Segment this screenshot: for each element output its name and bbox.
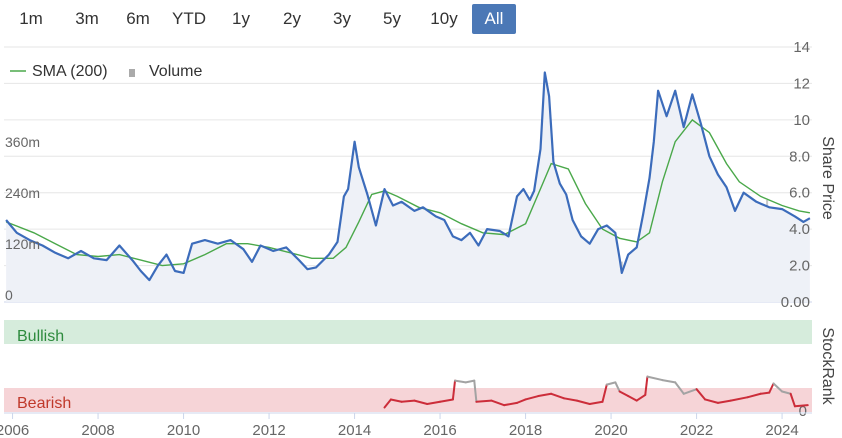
volume-tick-label: 360m <box>5 134 40 150</box>
x-tick-label: 2012 <box>252 422 285 438</box>
x-tick-label: 2014 <box>338 422 371 438</box>
stockrank-segment <box>475 399 493 403</box>
volume-tick-label: 0 <box>5 287 13 303</box>
price-tick-label: 2.0 <box>789 258 810 275</box>
price-tick-label: 8.0 <box>789 148 810 165</box>
x-tick-label: 2024 <box>765 422 798 438</box>
stockrank-segment <box>793 404 809 408</box>
price-chart: 0.00 2.0 4.0 6.0 8.0 10 12 14 0 120m 240m 360m Share… <box>0 39 836 438</box>
x-tick-label: 2020 <box>594 422 627 438</box>
x-axis: 2006 2008 2010 2012 2014 2016 2018 2020 2022 2024 <box>0 412 812 438</box>
price-tick-label: 12 <box>793 75 810 92</box>
x-tick-label: 2006 <box>0 422 29 438</box>
stockrank-segment <box>661 379 677 384</box>
stockrank-segment <box>605 381 617 386</box>
price-tick-label: 4.0 <box>789 221 810 238</box>
x-tick-label: 2022 <box>680 422 713 438</box>
x-tick-label: 2010 <box>167 422 200 438</box>
x-tick-label: 2018 <box>509 422 542 438</box>
price-tick-label: 14 <box>793 39 810 56</box>
stockrank-segment <box>454 379 467 384</box>
volume-tick-label: 240m <box>5 185 40 201</box>
bullish-label: Bullish <box>17 328 64 345</box>
share-price-axis-title: Share Price <box>819 136 836 220</box>
stockrank-segment <box>400 399 416 403</box>
bearish-label: Bearish <box>17 395 71 412</box>
stockrank-segment <box>759 391 771 395</box>
bullish-band <box>4 320 812 344</box>
x-tick-label: 2008 <box>81 422 114 438</box>
stockrank-panel: BullishBearish StockRank0 <box>4 320 836 420</box>
volume-tick-label: 120m <box>5 236 40 252</box>
stockrank-segment <box>464 379 476 384</box>
price-tick-label: 0.00 <box>781 294 810 311</box>
x-tick-label: 2016 <box>423 422 456 438</box>
volume-legend-label[interactable]: Volume <box>149 63 202 80</box>
chart-legend[interactable]: SMA (200) Volume <box>10 63 202 80</box>
stockrank-axis-title: StockRank <box>819 327 836 405</box>
volume-legend-swatch <box>129 69 135 77</box>
price-tick-label: 6.0 <box>789 185 810 202</box>
price-series <box>5 71 811 302</box>
sma-legend-label[interactable]: SMA (200) <box>32 63 108 80</box>
stockrank-segment <box>646 375 664 382</box>
price-tick-label: 10 <box>793 112 810 129</box>
